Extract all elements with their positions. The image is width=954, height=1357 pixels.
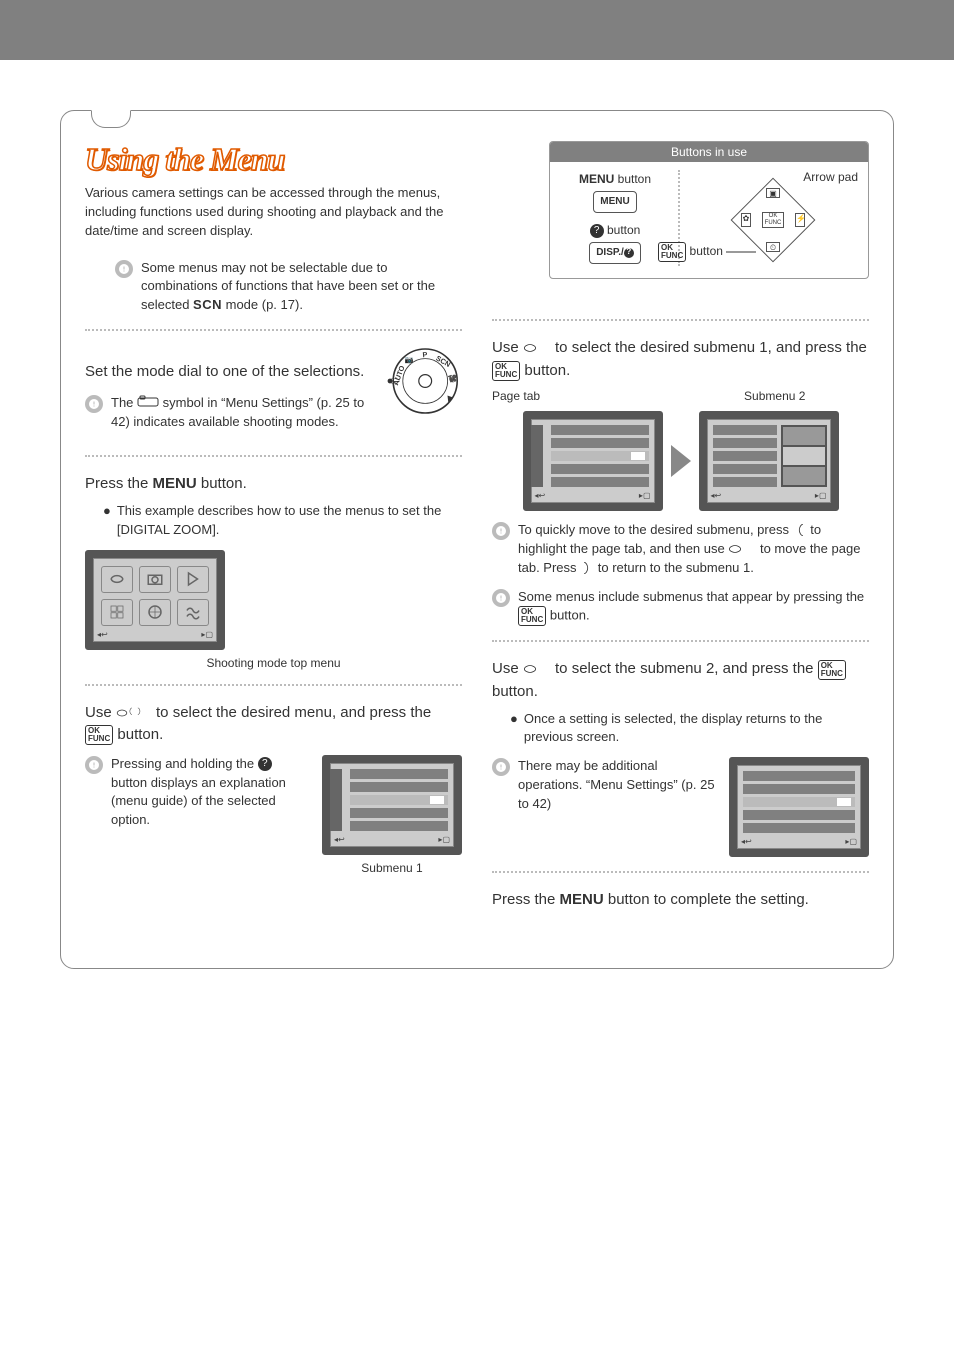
menu-icon xyxy=(101,566,133,593)
fig2-caption: Submenu 1 xyxy=(322,861,462,875)
fig1-caption: Shooting mode top menu xyxy=(85,656,462,670)
warning-icon xyxy=(492,522,510,540)
svg-text:P: P xyxy=(422,350,428,359)
submenu2-label: Submenu 2 xyxy=(681,389,870,403)
svg-text:SCN: SCN xyxy=(434,354,452,369)
disp-button-icon: DISP./? xyxy=(589,242,641,264)
top-note-text-b: mode (p. 17). xyxy=(222,297,303,312)
step5-note: There may be additional operations. “Men… xyxy=(518,757,717,814)
divider xyxy=(85,329,462,331)
divider xyxy=(85,684,462,686)
arrow-pad-icon xyxy=(116,702,152,725)
divider xyxy=(85,455,462,457)
right-icon xyxy=(580,559,594,578)
pagetab-label: Page tab xyxy=(492,389,681,403)
page-body: Using the Menu Various camera settings c… xyxy=(0,60,954,1069)
step4-figure: ◂↩▸▢ ◂↩▸▢ xyxy=(492,411,869,511)
right-column: Buttons in use MENU button MENU ? button… xyxy=(492,141,869,918)
svg-text:AUTO: AUTO xyxy=(391,364,407,386)
step5-heading: Use to select the submenu 2, and press t… xyxy=(492,658,869,703)
buttons-in-use-panel: Buttons in use MENU button MENU ? button… xyxy=(549,141,869,279)
shooting-mode-icon xyxy=(137,394,159,413)
scn-label: SCN xyxy=(193,297,222,312)
content-frame: Using the Menu Various camera settings c… xyxy=(60,110,894,969)
shooting-menu-figure: ◂↩▸▢ xyxy=(85,550,225,650)
submenu2-screen: ◂↩▸▢ xyxy=(699,411,839,511)
top-note: Some menus may not be selectable due to … xyxy=(115,259,462,316)
biu-title: Buttons in use xyxy=(550,142,868,162)
up-down-icon xyxy=(523,337,551,360)
warning-icon xyxy=(85,756,103,774)
step5-figure: ◂↩▸▢ xyxy=(729,757,869,857)
menu-icon xyxy=(101,599,133,626)
divider xyxy=(492,640,869,642)
page-title: Using the Menu xyxy=(85,141,462,178)
step4-heading: Use to select the desired submenu 1, and… xyxy=(492,337,869,382)
submenu1-screen: ◂↩▸▢ xyxy=(523,411,663,511)
mode-dial-icon: P SCN 🎥 ▶ 📷 AUTO xyxy=(382,341,462,421)
ok-func-icon: OKFUNC xyxy=(658,242,686,262)
step1-note-a: The xyxy=(111,395,137,410)
menu-icon xyxy=(139,599,171,626)
step1-heading: Set the mode dial to one of the selectio… xyxy=(85,361,370,384)
warning-icon xyxy=(492,589,510,607)
divider xyxy=(492,319,869,321)
help-icon: ? xyxy=(258,757,272,771)
menu-button-icon: MENU xyxy=(593,191,636,213)
step2-bullet: ● This example describes how to use the … xyxy=(103,502,462,540)
ok-func-icon: OKFUNC xyxy=(518,606,546,626)
step2-heading: Press the MENU button. xyxy=(85,473,462,496)
menu-icon xyxy=(177,566,209,593)
warning-icon xyxy=(85,395,103,413)
help-icon: ? xyxy=(590,224,604,238)
menu-icon xyxy=(177,599,209,626)
step5-bullet: ● Once a setting is selected, the displa… xyxy=(510,710,869,748)
header-bar xyxy=(0,0,954,60)
submenu1-figure: ◂↩▸▢ xyxy=(322,755,462,855)
svg-text:📷: 📷 xyxy=(405,355,414,364)
divider xyxy=(492,871,869,873)
warning-icon xyxy=(115,260,133,278)
step3-heading: Use to select the desired menu, and pres… xyxy=(85,702,462,747)
left-column: Using the Menu Various camera settings c… xyxy=(85,141,462,918)
warning-icon xyxy=(492,758,510,776)
up-down-icon xyxy=(728,540,756,559)
frame-notch xyxy=(91,110,131,128)
intro-text: Various camera settings can be accessed … xyxy=(85,184,462,241)
menu-icon xyxy=(139,566,171,593)
ok-func-icon: OKFUNC xyxy=(818,660,846,680)
arrow-pad-icon: OKFUNC ▣ ⏲ ✿ ⚡ xyxy=(743,190,803,250)
ok-func-icon: OKFUNC xyxy=(85,725,113,745)
step3-note-b: button displays an explanation (menu gui… xyxy=(111,775,286,828)
step3-note-a: Pressing and holding the xyxy=(111,756,258,771)
up-down-icon xyxy=(523,658,551,681)
ok-func-icon: OKFUNC xyxy=(492,361,520,381)
step6-heading: Press the MENU button to complete the se… xyxy=(492,889,869,912)
arrow-right-icon xyxy=(671,445,691,477)
left-icon xyxy=(793,521,807,540)
